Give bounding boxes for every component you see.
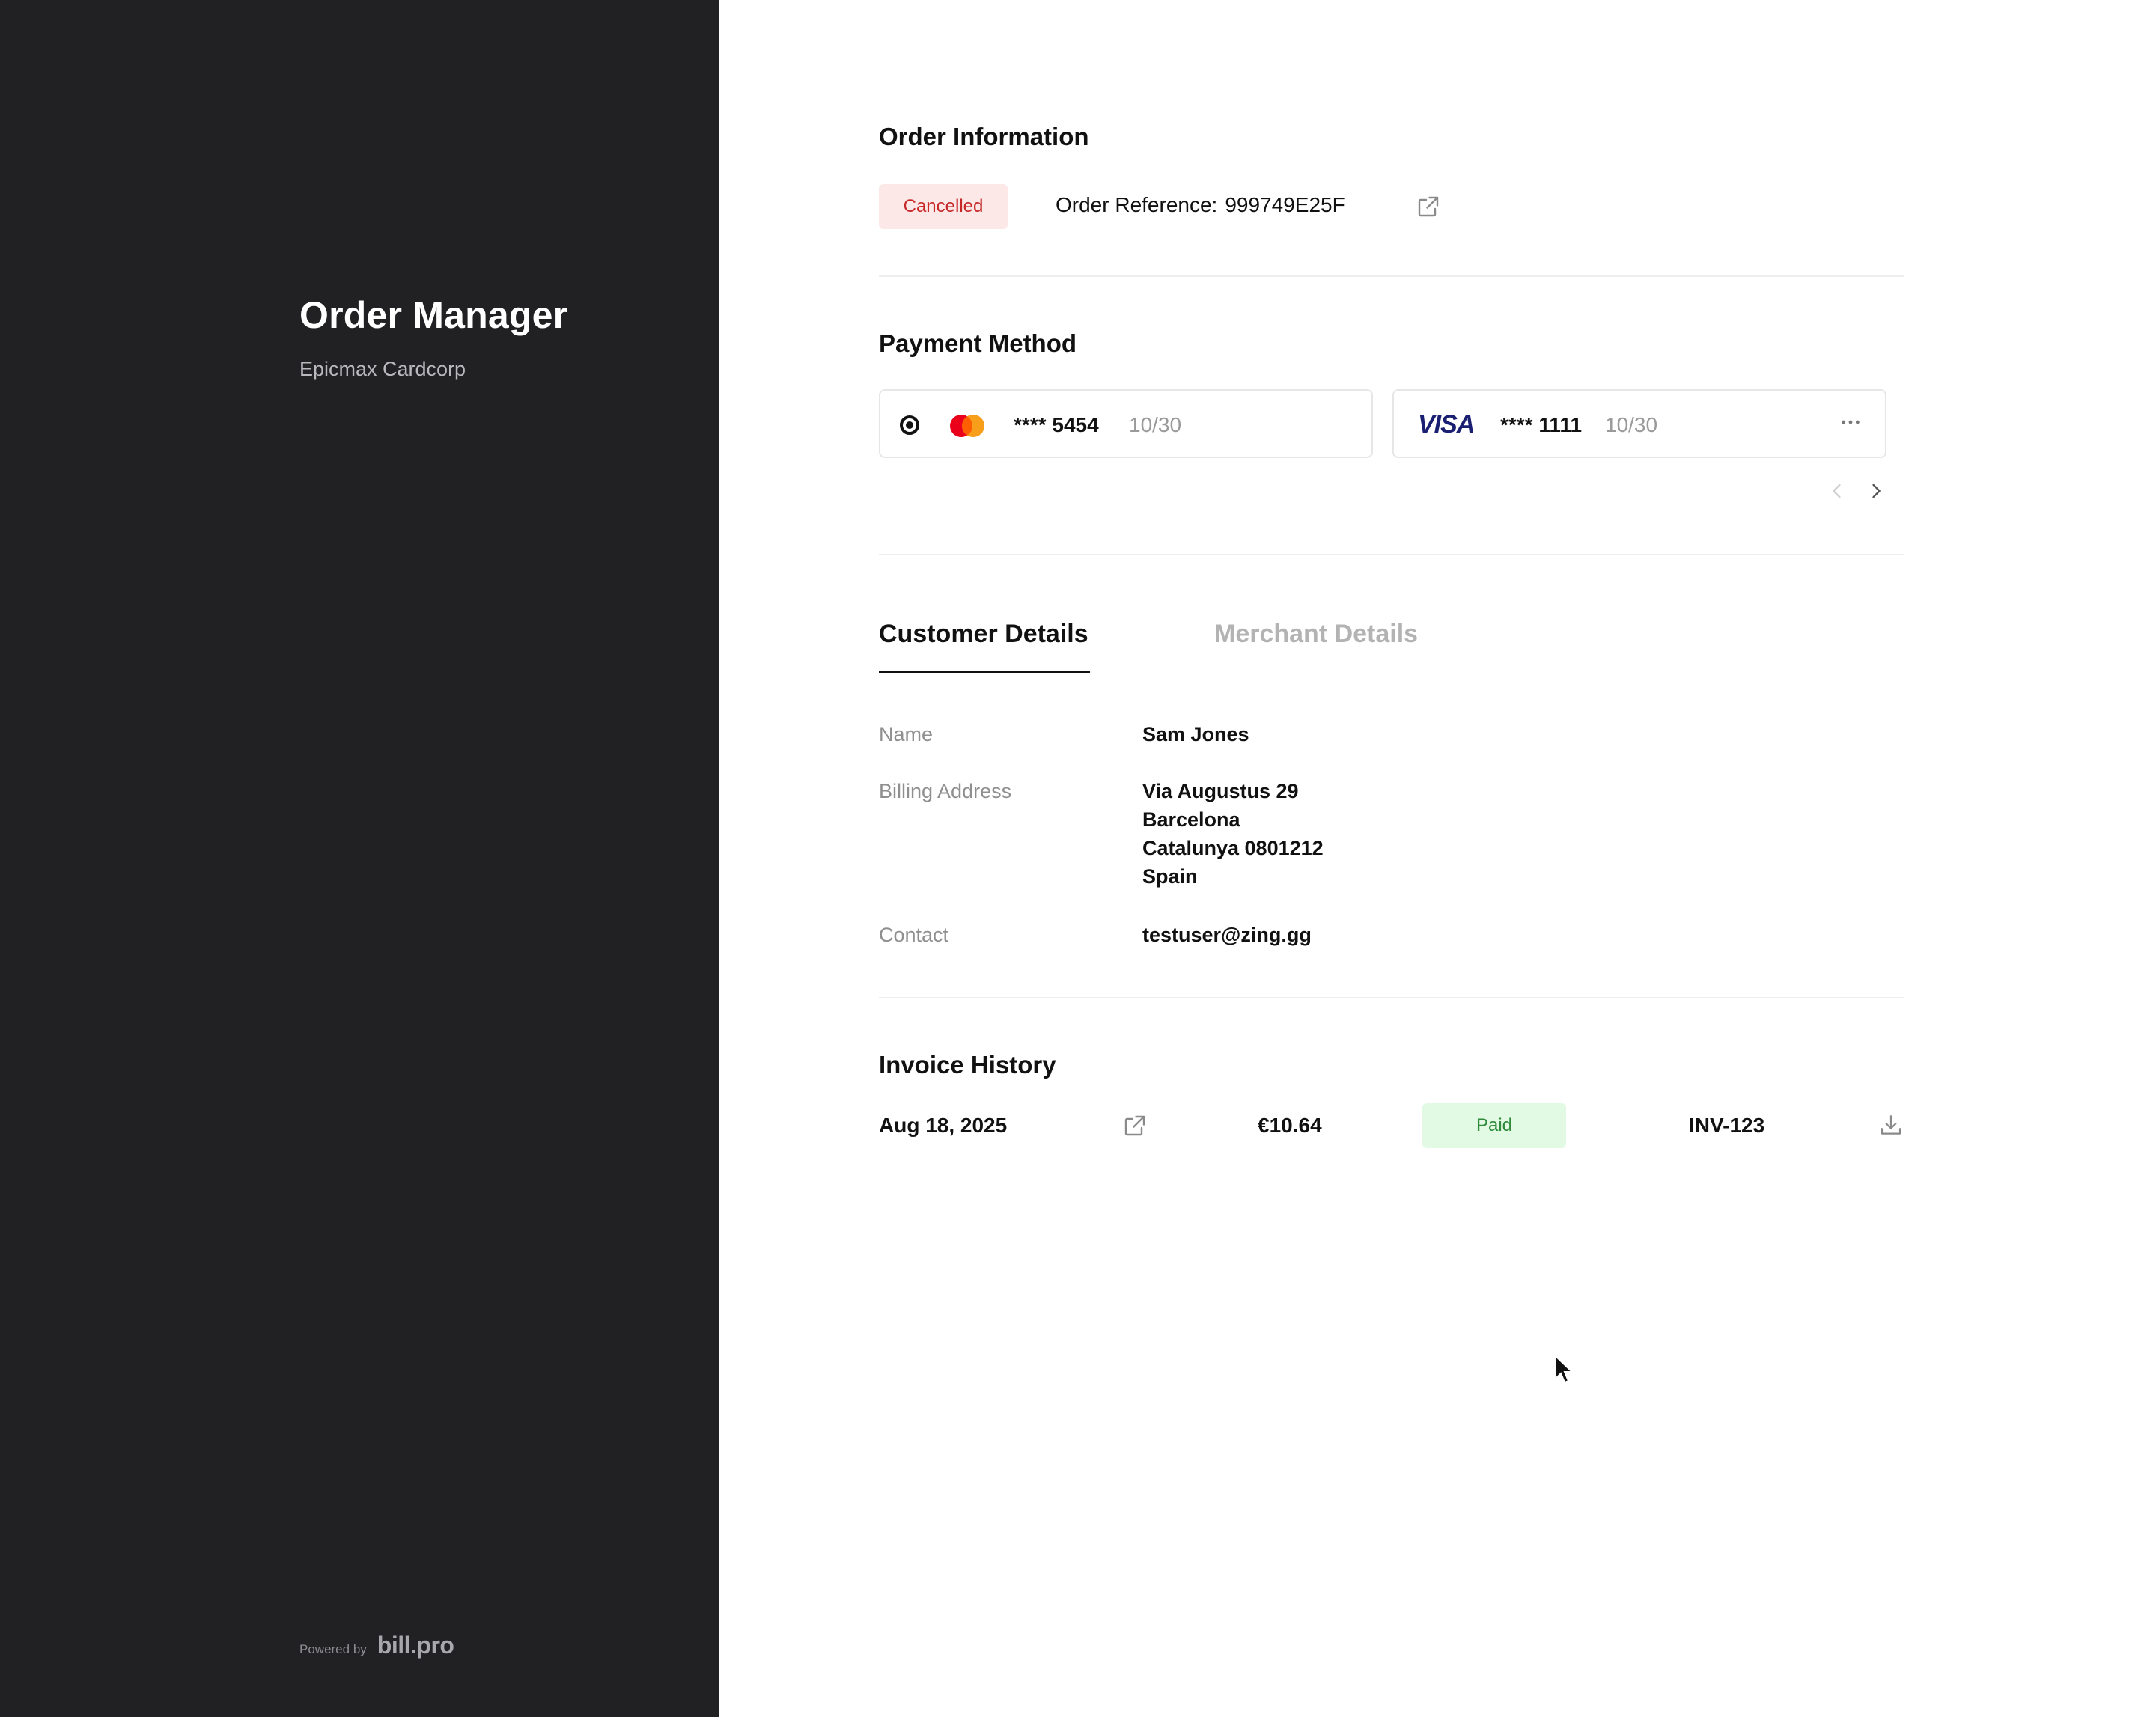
more-horizontal-icon[interactable] xyxy=(1839,410,1863,440)
order-content: Order Information Cancelled Order Refere… xyxy=(879,0,1904,1717)
card-expiry: 10/30 xyxy=(1605,413,1658,436)
active-tab-indicator xyxy=(879,671,1090,673)
external-link-icon[interactable] xyxy=(1120,1111,1150,1141)
address-line: Barcelona xyxy=(1142,808,1240,831)
address-line: Via Augustus 29 xyxy=(1142,780,1299,802)
order-info-title: Order Information xyxy=(879,123,1089,150)
chevron-left-icon[interactable] xyxy=(1824,478,1851,504)
page: Order Manager Epicmax Cardcorp Powered b… xyxy=(0,0,2156,1717)
divider xyxy=(879,554,1904,555)
visa-icon: VISA xyxy=(1418,410,1475,439)
powered-by: Powered by bill.pro xyxy=(299,1632,454,1659)
address-line: Spain xyxy=(1142,865,1198,888)
app-title: Order Manager xyxy=(299,294,568,336)
invoice-history-title: Invoice History xyxy=(879,1051,1056,1079)
external-link-icon[interactable] xyxy=(1413,192,1443,222)
name-label: Name xyxy=(879,723,934,745)
invoice-date: Aug 18, 2025 xyxy=(879,1114,1008,1137)
tab-customer-details[interactable]: Customer Details xyxy=(879,620,1088,649)
customer-name: Sam Jones xyxy=(1142,723,1249,745)
chevron-right-icon[interactable] xyxy=(1863,478,1889,504)
mastercard-icon xyxy=(950,415,984,437)
invoice-amount: €10.64 xyxy=(1258,1114,1322,1137)
order-reference-label: Order Reference: xyxy=(1056,193,1218,216)
customer-email: testuser@zing.gg xyxy=(1142,924,1312,946)
brand-panel: Order Manager Epicmax Cardcorp Powered b… xyxy=(0,0,719,1717)
payment-method-title: Payment Method xyxy=(879,329,1077,357)
download-icon[interactable] xyxy=(1876,1111,1906,1141)
status-badge: Cancelled xyxy=(879,184,1008,229)
billpro-logo[interactable]: bill.pro xyxy=(377,1632,454,1659)
order-reference: Order Reference: 999749E25F xyxy=(1056,193,1345,217)
tab-merchant-details[interactable]: Merchant Details xyxy=(1214,620,1418,649)
mouse-cursor-icon xyxy=(1555,1355,1574,1384)
order-reference-value: 999749E25F xyxy=(1225,193,1345,216)
card-number: **** 5454 xyxy=(1014,413,1099,436)
powered-by-label: Powered by xyxy=(299,1642,367,1656)
divider xyxy=(879,997,1904,998)
address-line: Catalunya 0801212 xyxy=(1142,837,1324,859)
divider xyxy=(879,275,1904,277)
card-expiry: 10/30 xyxy=(1129,413,1182,436)
billing-address-label: Billing Address xyxy=(879,780,1012,802)
contact-label: Contact xyxy=(879,924,949,946)
card-number: **** 1111 xyxy=(1500,413,1583,436)
invoice-number: INV-123 xyxy=(1689,1114,1765,1137)
invoice-status-badge: Paid xyxy=(1422,1103,1566,1148)
payment-card-mastercard[interactable]: **** 5454 10/30 xyxy=(879,389,1373,458)
card-radio-selected[interactable] xyxy=(900,415,919,435)
company-name: Epicmax Cardcorp xyxy=(299,358,466,380)
payment-card-visa[interactable]: VISA **** 1111 10/30 xyxy=(1392,389,1886,458)
billing-address: Via Augustus 29 Barcelona Catalunya 0801… xyxy=(1142,777,1324,891)
